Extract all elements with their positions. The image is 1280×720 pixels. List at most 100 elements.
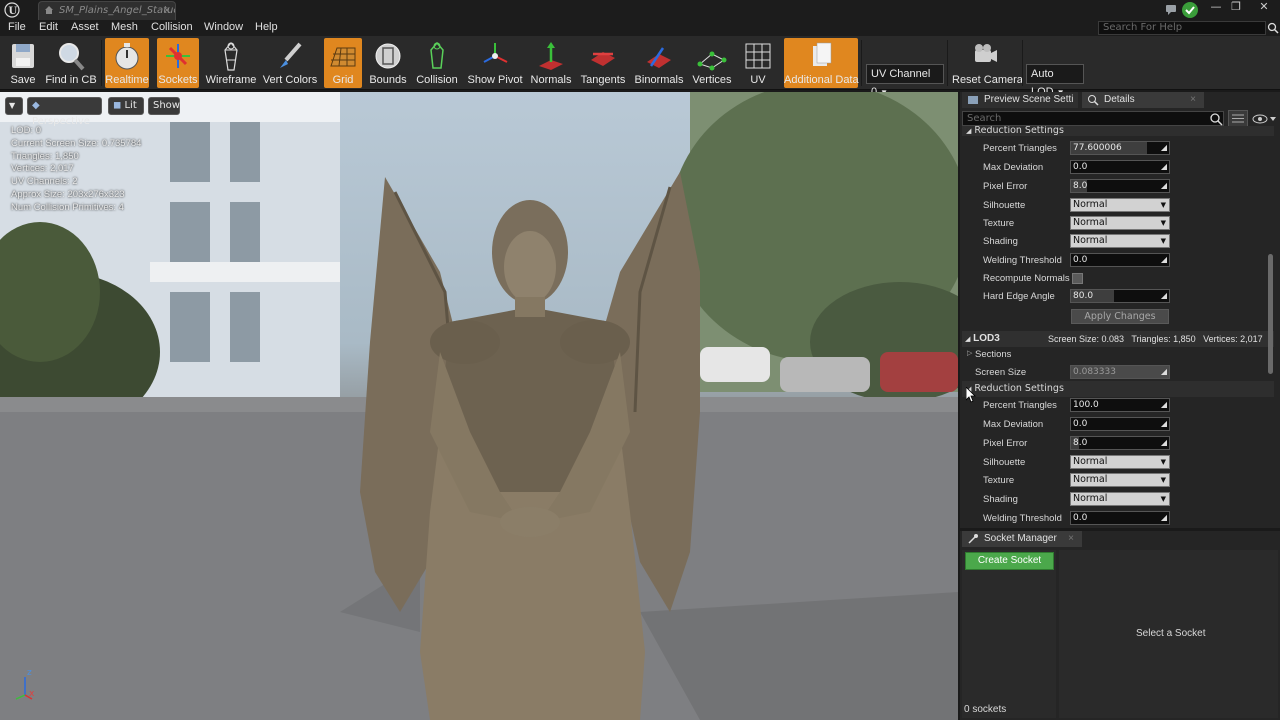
lit-button[interactable]: ◼ Lit: [108, 97, 144, 115]
normals-button[interactable]: Normals: [529, 38, 573, 88]
menu-file[interactable]: File: [8, 21, 26, 33]
collision-button[interactable]: Collision: [414, 38, 460, 88]
show-pivot-button[interactable]: Show Pivot: [466, 38, 524, 88]
pixel-error-spinbox[interactable]: 8.0 ◢: [1070, 179, 1170, 193]
viewport-options-button[interactable]: ▼: [5, 97, 23, 115]
binormals-button[interactable]: Binormals: [633, 38, 685, 88]
sections-label: Sections: [975, 349, 1012, 360]
chevron-down-icon: ▼: [9, 101, 16, 110]
reduction-settings-header[interactable]: ◢ Reduction Settings: [962, 126, 1274, 136]
property-percent-triangles: Percent Triangles 77.600006 ◢: [962, 140, 1268, 158]
restore-button[interactable]: ❐: [1226, 0, 1246, 16]
close-tab-icon[interactable]: ×: [1068, 531, 1074, 547]
lod3-title: LOD3: [973, 333, 1000, 344]
reset-arrow-icon[interactable]: ◢: [1161, 254, 1167, 266]
reset-arrow-icon[interactable]: ◢: [1161, 180, 1167, 192]
additional-data-button[interactable]: Additional Data: [784, 38, 859, 88]
silhouette-dropdown[interactable]: Normal ▼: [1070, 455, 1170, 469]
grid-button[interactable]: Grid: [324, 38, 362, 88]
reset-arrow-icon[interactable]: ◢: [1161, 366, 1167, 378]
details-search-input[interactable]: Search: [962, 111, 1224, 126]
sections-category[interactable]: ▷ Sections: [962, 347, 1268, 363]
document-tab-label: SM_Plains_Angel_Statue_0: [59, 5, 175, 16]
details-scrollbar[interactable]: [1268, 254, 1273, 374]
menu-asset[interactable]: Asset: [71, 21, 99, 33]
tab-socket-manager[interactable]: Socket Manager ×: [962, 531, 1082, 547]
close-tab-icon[interactable]: ×: [163, 2, 171, 19]
reset-arrow-icon[interactable]: ◢: [1161, 399, 1167, 411]
menu-window[interactable]: Window: [204, 21, 243, 33]
max-deviation-spinbox[interactable]: 0.0 ◢: [1070, 160, 1170, 174]
property-matrix-icon[interactable]: [1228, 110, 1248, 127]
property-label: Screen Size: [975, 367, 1027, 378]
bounds-button[interactable]: Bounds: [367, 38, 409, 88]
menu-mesh[interactable]: Mesh: [111, 21, 138, 33]
hard-edge-angle-spinbox[interactable]: 80.0 ◢: [1070, 289, 1170, 303]
property-label: Shading: [983, 236, 1018, 247]
create-socket-button[interactable]: Create Socket: [965, 552, 1054, 570]
realtime-button[interactable]: Realtime: [105, 38, 149, 88]
unreal-logo-icon[interactable]: U: [4, 2, 20, 18]
help-search-input[interactable]: Search For Help: [1098, 21, 1266, 35]
menu-help[interactable]: Help: [255, 21, 278, 33]
percent-triangles-spinbox[interactable]: 77.600006 ◢: [1070, 141, 1170, 155]
silhouette-dropdown[interactable]: Normal ▼: [1070, 198, 1170, 212]
collision-icon: [430, 41, 444, 69]
reset-arrow-icon[interactable]: ◢: [1161, 418, 1167, 430]
welding-threshold-spinbox[interactable]: 0.0 ◢: [1070, 511, 1170, 525]
reset-camera-button[interactable]: Reset Camera: [952, 38, 1023, 88]
property-label: Texture: [983, 475, 1015, 486]
percent-triangles-spinbox[interactable]: 100.0 ◢: [1070, 398, 1170, 412]
recompute-normals-checkbox[interactable]: [1072, 273, 1083, 284]
vertices-button[interactable]: Vertices: [690, 38, 734, 88]
lod3-reduction-settings-header[interactable]: ◢ Reduction Settings: [962, 381, 1274, 397]
uv-button[interactable]: UV: [739, 38, 777, 88]
tangents-button[interactable]: Tangents: [579, 38, 627, 88]
tab-preview-scene-settings[interactable]: Preview Scene Setti: [962, 92, 1078, 108]
reset-arrow-icon[interactable]: ◢: [1161, 437, 1167, 449]
reset-arrow-icon[interactable]: ◢: [1161, 142, 1167, 154]
show-button[interactable]: Show: [148, 97, 180, 115]
socket-list[interactable]: [962, 550, 1056, 718]
reset-arrow-icon[interactable]: ◢: [1161, 512, 1167, 524]
lod3-header[interactable]: ◢ LOD3 Screen Size: 0.083 Triangles: 1,8…: [962, 331, 1274, 347]
perspective-icon: ◆: [32, 100, 40, 111]
auto-lod-dropdown[interactable]: Auto LOD▼: [1026, 64, 1084, 98]
document-tab[interactable]: SM_Plains_Angel_Statue_0 ×: [38, 1, 176, 20]
mesh-viewport[interactable]: ▼ ◆ Perspective ◼ Lit Show LOD: 0 Curren…: [0, 92, 958, 720]
screen-size-spinbox[interactable]: 0.083333 ◢: [1070, 365, 1170, 379]
pixel-error-spinbox[interactable]: 8.0 ◢: [1070, 436, 1170, 450]
search-icon[interactable]: [1209, 112, 1223, 126]
menu-edit[interactable]: Edit: [39, 21, 58, 33]
camera-icon: [975, 44, 997, 62]
view-options-eye-icon[interactable]: [1252, 113, 1276, 125]
property-label: Percent Triangles: [983, 400, 1057, 411]
vert-colors-button[interactable]: Vert Colors: [262, 38, 318, 88]
close-tab-icon[interactable]: ×: [1190, 92, 1196, 108]
tab-details[interactable]: Details ×: [1082, 92, 1204, 108]
max-deviation-spinbox[interactable]: 0.0 ◢: [1070, 417, 1170, 431]
save-button[interactable]: Save: [4, 38, 42, 88]
tangents-label: Tangents: [580, 74, 626, 86]
minimize-button[interactable]: —: [1206, 0, 1226, 16]
perspective-button[interactable]: ◆ Perspective: [27, 97, 102, 127]
texture-dropdown[interactable]: Normal ▼: [1070, 216, 1170, 230]
shading-dropdown[interactable]: Normal ▼: [1070, 492, 1170, 506]
reset-arrow-icon[interactable]: ◢: [1161, 290, 1167, 302]
additional-data-label: Additional Data: [784, 74, 859, 86]
menu-collision[interactable]: Collision: [151, 21, 193, 33]
sockets-button[interactable]: Sockets: [157, 38, 199, 88]
shading-dropdown[interactable]: Normal ▼: [1070, 234, 1170, 248]
tangents-icon: [591, 52, 615, 66]
chat-icon[interactable]: [1164, 2, 1178, 16]
texture-dropdown[interactable]: Normal ▼: [1070, 473, 1170, 487]
uv-channel-dropdown[interactable]: UV Channel 0▼: [866, 64, 944, 98]
reset-arrow-icon[interactable]: ◢: [1161, 161, 1167, 173]
source-control-status-icon[interactable]: [1181, 1, 1199, 19]
close-window-button[interactable]: ✕: [1250, 0, 1278, 16]
find-in-cb-button[interactable]: Find in CB: [44, 38, 98, 88]
apply-changes-button[interactable]: Apply Changes: [1071, 309, 1169, 324]
welding-threshold-spinbox[interactable]: 0.0 ◢: [1070, 253, 1170, 267]
search-icon[interactable]: [1267, 21, 1279, 35]
wireframe-button[interactable]: Wireframe: [205, 38, 257, 88]
